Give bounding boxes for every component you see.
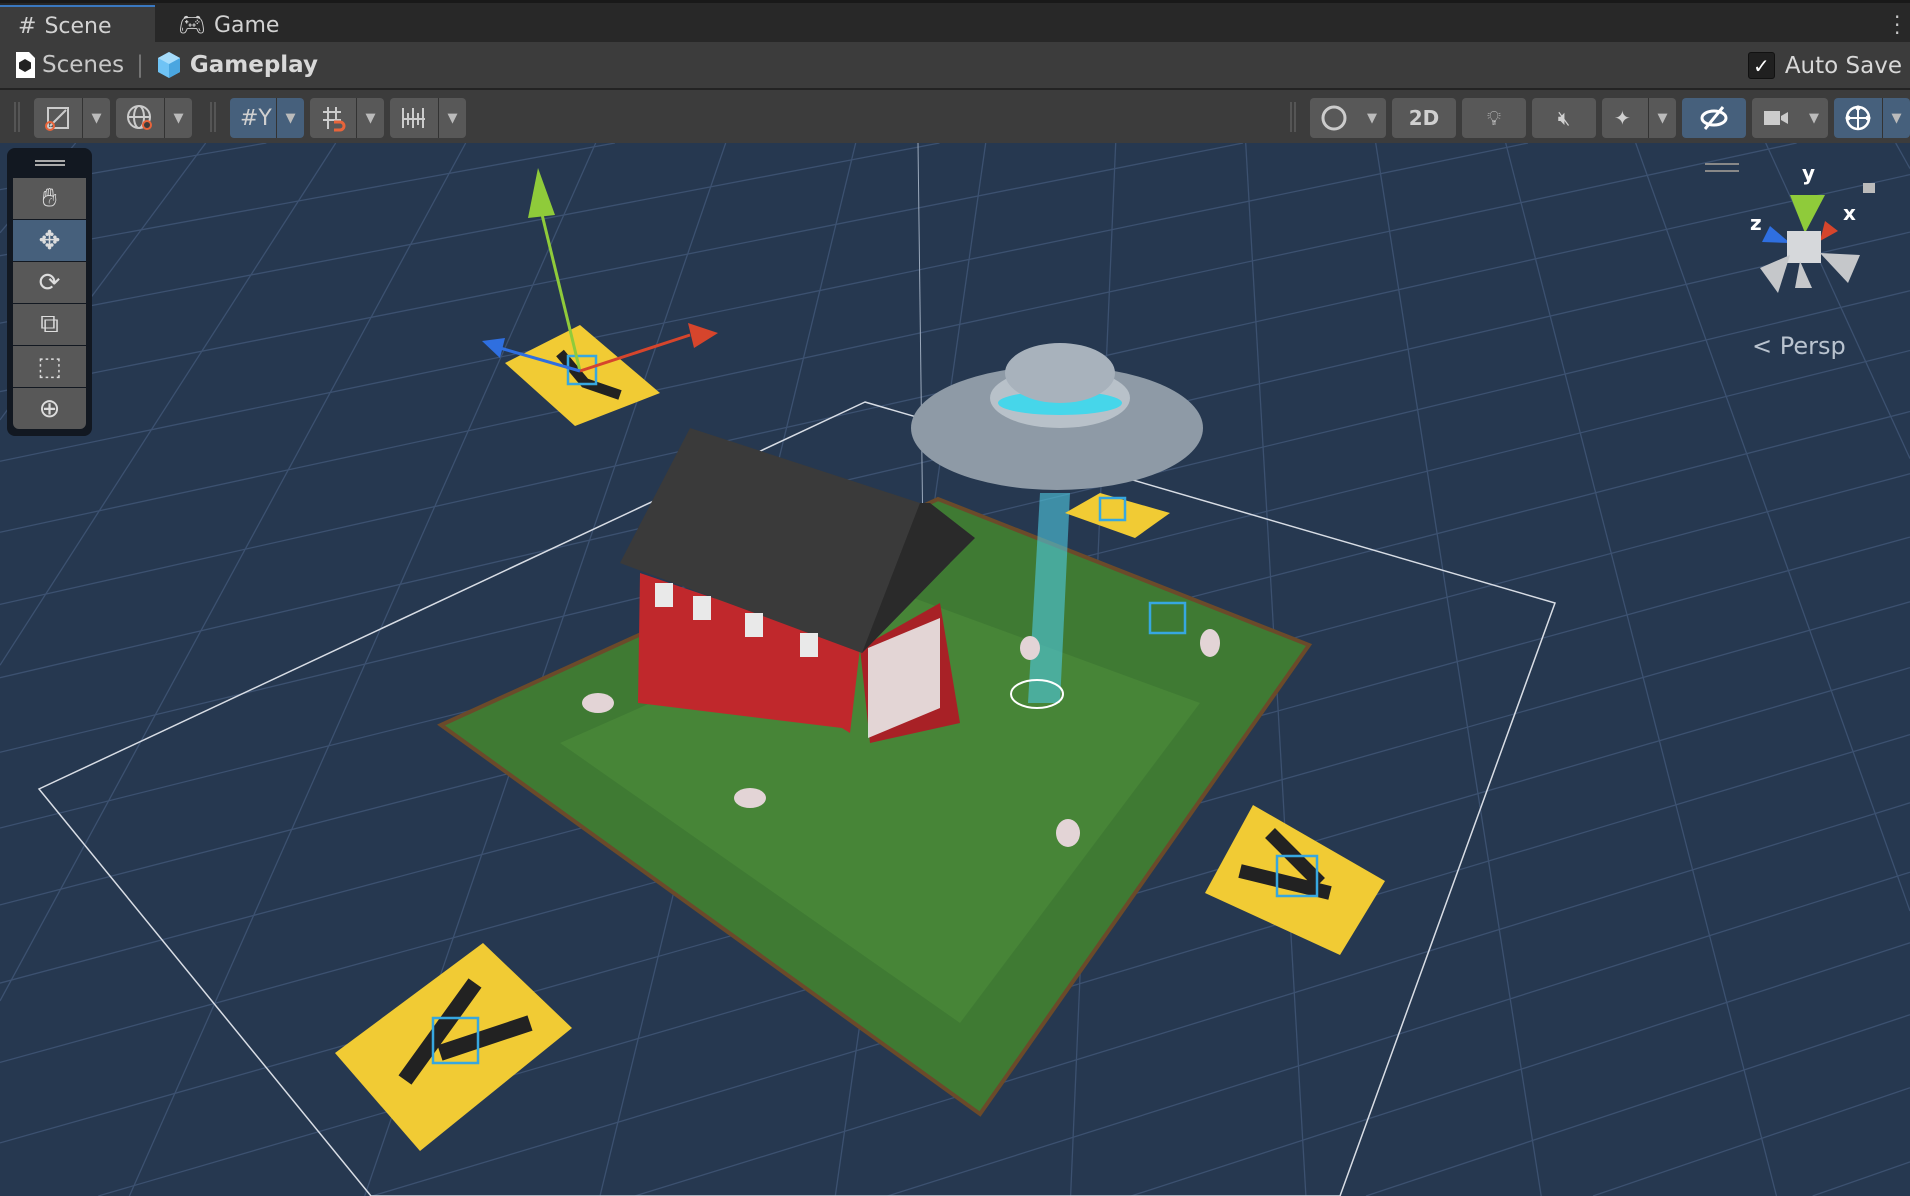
scale-icon: ⧉ (40, 309, 59, 339)
chevron-down-icon[interactable]: ▼ (356, 98, 384, 138)
camera-icon (1764, 111, 1788, 125)
gizmo-y-cone (1790, 195, 1825, 233)
increment-snap-button[interactable]: ▼ (390, 98, 466, 138)
tab-bar: # Scene 🎮︎ Game · · · (0, 0, 1910, 45)
toolbar-grip[interactable] (1290, 102, 1296, 132)
scale-tool-button[interactable]: ⧉ (13, 304, 86, 345)
chevron-down-icon[interactable]: ▼ (438, 98, 466, 138)
rect-transform-icon: ⬚ (37, 351, 62, 382)
grid-line (0, 143, 1529, 462)
prefab-cube-icon (157, 52, 180, 78)
tool-handle-position-button[interactable]: ▼ (34, 98, 110, 138)
toolbar-grip[interactable] (210, 102, 216, 132)
audio-toggle-button[interactable]: 🔇︎ (1532, 98, 1596, 138)
breadcrumb-separator: | (136, 52, 144, 78)
tab-game[interactable]: 🎮︎ Game (160, 5, 297, 45)
gizmo-x-label: x (1843, 201, 1856, 225)
chevron-down-icon[interactable]: ▼ (1358, 98, 1386, 138)
hand-tool-button[interactable]: ✋︎ (13, 178, 86, 219)
grid-line (1635, 143, 1910, 912)
gizmo-z-label: z (1750, 211, 1762, 235)
gizmo-z-cone (1762, 226, 1790, 243)
projection-toggle[interactable]: < Persp (1752, 332, 1846, 360)
chevron-down-icon[interactable]: ▼ (1648, 98, 1676, 138)
lighting-toggle-button[interactable]: 💡︎ (1462, 98, 1526, 138)
breadcrumb-scenes[interactable]: Scenes (42, 52, 124, 78)
checkbox-checked-icon[interactable]: ✓ (1747, 52, 1775, 79)
toolbar-grip[interactable] (14, 102, 20, 132)
chevron-down-icon[interactable]: ▼ (1882, 98, 1910, 138)
tab-scene[interactable]: # Scene (0, 5, 155, 45)
scene-toolbar: ▼ ▼ #Y ▼ ▼ ▼ ▼ 2D 💡︎ 🔇︎ ✦ ▼ ▼ ▼ (0, 90, 1910, 143)
rotate-icon: ⟳ (38, 267, 61, 298)
ruler-icon (402, 108, 425, 128)
gizmo-x-cone (1820, 221, 1838, 241)
grid-line (1812, 1161, 1910, 1196)
breadcrumb: Scenes | Gameplay (0, 42, 1910, 90)
grid-line (0, 143, 616, 257)
unity-scene-file-icon (16, 52, 35, 78)
gizmos-button[interactable]: ▼ (1834, 98, 1910, 138)
y-axis-handle (528, 168, 555, 218)
chevron-down-icon[interactable]: ▼ (164, 98, 192, 138)
grid-line (1375, 143, 1542, 1196)
grid-hash-icon: # (18, 13, 37, 39)
x-axis-handle (688, 323, 718, 348)
grid-line (1895, 143, 1910, 169)
pivot-icon (45, 107, 69, 131)
transform-icon: ⊕ (38, 393, 61, 424)
hand-icon: ✋︎ (42, 183, 57, 213)
snap-magnet-icon (323, 107, 346, 132)
gamepad-icon: 🎮︎ (178, 12, 206, 38)
eye-hidden-icon (1700, 106, 1728, 130)
chevron-down-icon[interactable]: ▼ (276, 98, 304, 138)
scene-viewport[interactable]: y x z (0, 143, 1910, 1196)
gizmo-cube (1787, 231, 1821, 263)
breadcrumb-gameplay[interactable]: Gameplay (190, 52, 318, 78)
grid-line (1130, 942, 1910, 1196)
lock-icon (1863, 183, 1875, 193)
move-tool-button[interactable]: ✥ (13, 220, 86, 261)
chevron-down-icon[interactable]: ▼ (1800, 98, 1828, 138)
grid-y-icon: #Y (240, 105, 272, 131)
effects-button[interactable]: ✦ ▼ (1602, 98, 1676, 138)
overlay-drag-handle[interactable] (13, 148, 86, 178)
ufo-model (911, 343, 1203, 490)
audio-mute-icon: 🔇︎ (1557, 106, 1571, 130)
chevron-down-icon[interactable]: ▼ (82, 98, 110, 138)
lightbulb-off-icon: 💡︎ (1487, 106, 1501, 130)
effects-layers-icon: ✦ (1614, 106, 1631, 130)
more-options-icon[interactable]: · · · (1894, 7, 1900, 43)
2d-toggle-button[interactable]: 2D (1392, 98, 1456, 138)
rotate-tool-button[interactable]: ⟳ (13, 262, 86, 303)
tool-handle-rotation-button[interactable]: ▼ (116, 98, 192, 138)
transform-tool-button[interactable]: ⊕ (13, 388, 86, 429)
auto-save-toggle[interactable]: ✓ Auto Save (1747, 52, 1902, 79)
scene-visibility-button[interactable] (1682, 98, 1746, 138)
gizmo-y-label: y (1802, 161, 1816, 185)
scene-camera-button[interactable]: ▼ (1752, 98, 1828, 138)
sign-center (1065, 493, 1170, 538)
scene-view-canvas[interactable] (0, 143, 1910, 1196)
chevron-left-icon: < (1752, 332, 1780, 360)
shaded-sphere-icon (1321, 105, 1347, 131)
grid-visibility-button[interactable]: #Y ▼ (230, 98, 304, 138)
global-icon (127, 105, 152, 130)
draw-mode-button[interactable]: ▼ (1310, 98, 1386, 138)
grid-snapping-button[interactable]: ▼ (310, 98, 384, 138)
move-arrows-icon: ✥ (38, 225, 61, 256)
grid-line (1505, 143, 1778, 1196)
grid-line (1365, 1014, 1910, 1196)
rect-tool-button[interactable]: ⬚ (13, 346, 86, 387)
tools-overlay: ✋︎ ✥ ⟳ ⧉ ⬚ ⊕ (7, 148, 92, 436)
gizmo-sphere-icon (1845, 105, 1871, 131)
